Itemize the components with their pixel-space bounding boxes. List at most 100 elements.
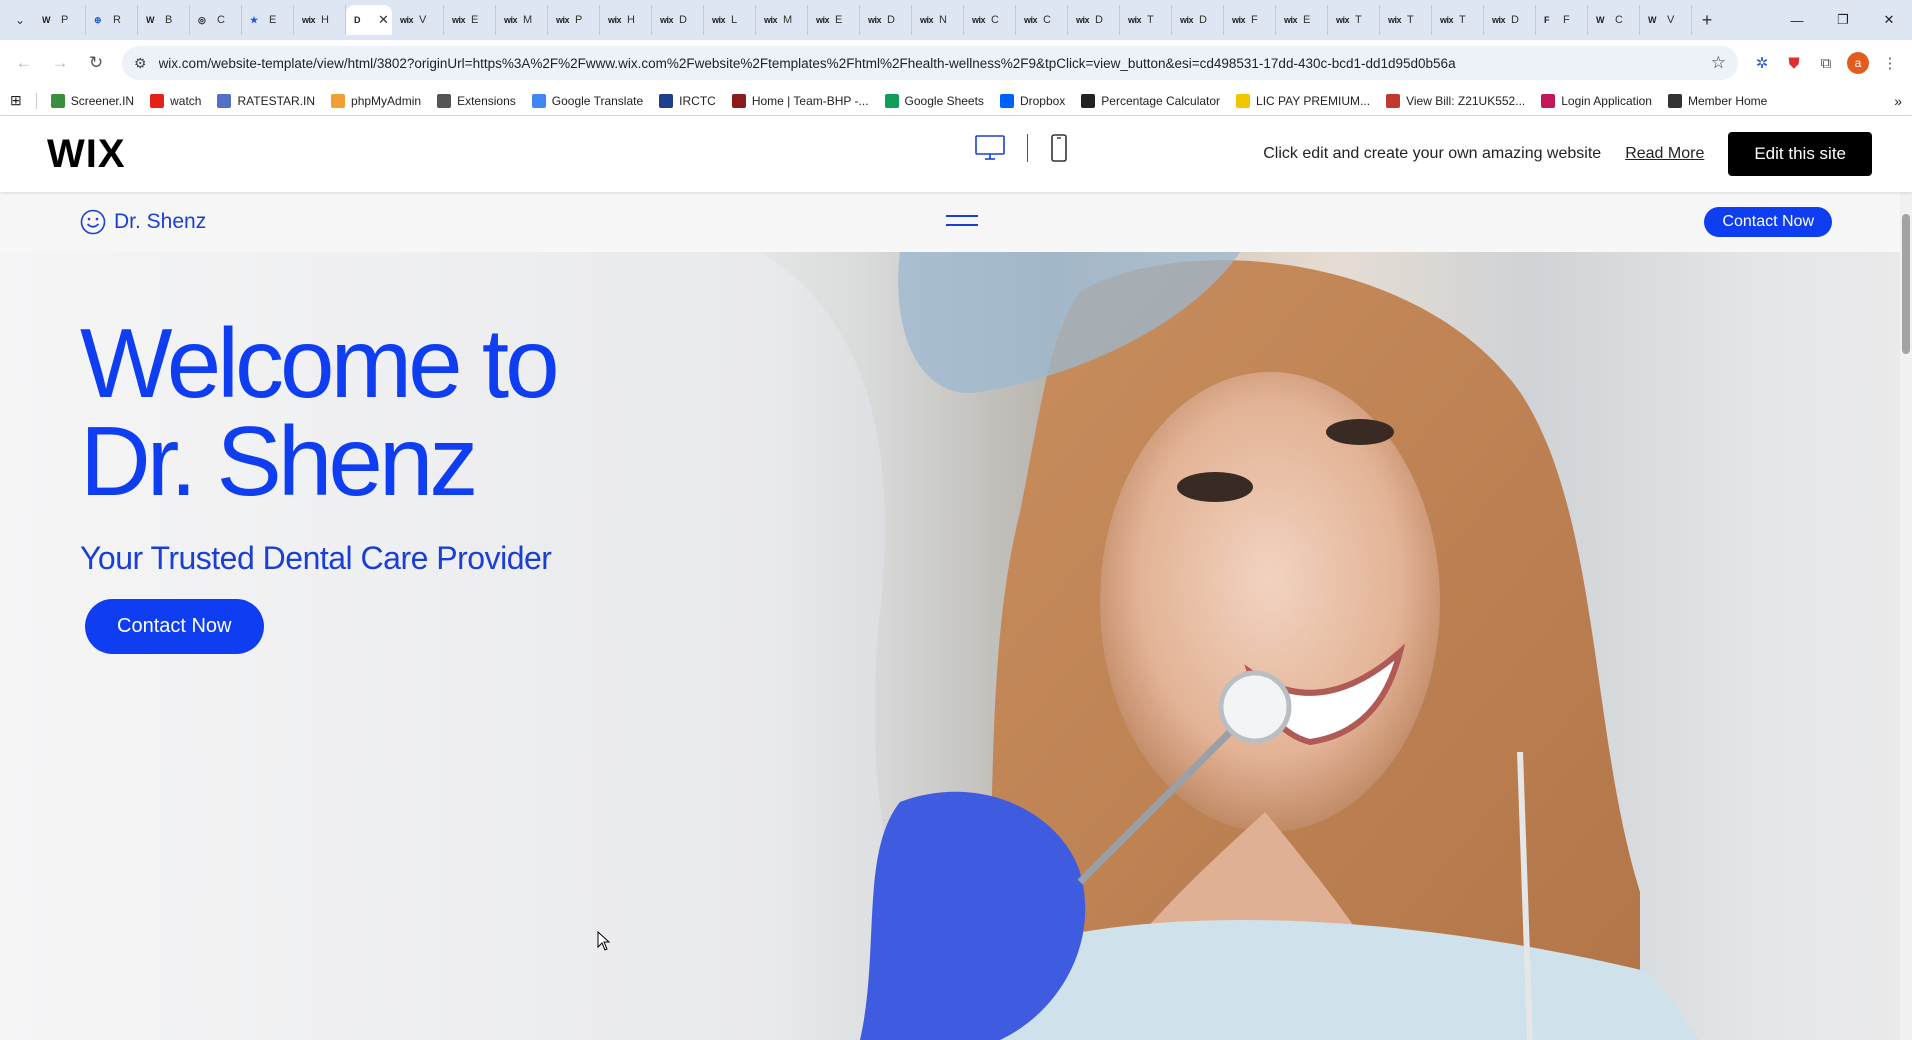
browser-tab[interactable]: wix E: [808, 5, 860, 35]
bookmark-item[interactable]: Member Home: [1667, 93, 1767, 108]
tab-favicon-icon: wix: [452, 15, 466, 25]
browser-tab[interactable]: WP: [34, 5, 86, 35]
tab-favicon-icon: wix: [1024, 15, 1038, 25]
browser-tab[interactable]: wix L: [704, 5, 756, 35]
tab-search-chevron-icon[interactable]: ⌄: [6, 6, 34, 34]
tab-favicon-icon: ◎: [198, 14, 206, 25]
header-contact-button[interactable]: Contact Now: [1704, 207, 1832, 237]
browser-tab[interactable]: wix D: [1172, 5, 1224, 35]
bookmark-label: Extensions: [457, 93, 516, 108]
bookmark-item[interactable]: Extensions: [437, 93, 516, 108]
browser-tab[interactable]: FF: [1536, 5, 1588, 35]
browser-tab[interactable]: wix H: [600, 5, 652, 35]
bookmark-favicon-icon: [999, 93, 1014, 108]
edit-this-site-button[interactable]: Edit this site: [1728, 132, 1872, 176]
scrollbar-thumb[interactable]: [1902, 214, 1910, 354]
browser-tab[interactable]: wix V: [392, 5, 444, 35]
tab-close-icon[interactable]: ✕: [378, 12, 389, 28]
browser-tab[interactable]: wix E: [444, 5, 496, 35]
browser-tab[interactable]: wix N: [912, 5, 964, 35]
browser-tab[interactable]: ◎ C: [190, 5, 242, 35]
bookmark-item[interactable]: Google Sheets: [884, 93, 984, 108]
tab-title: N: [939, 14, 947, 26]
bookmark-label: Login Application: [1561, 93, 1652, 108]
desktop-view-icon[interactable]: [975, 135, 1005, 161]
bookmark-item[interactable]: IRCTC: [659, 93, 716, 108]
back-arrow-icon[interactable]: ←: [8, 47, 40, 79]
browser-tab-strip: ⌄ W P ⊕ R W B ◎ C ★ Ewix H D ✕ wix Vwix Ewix Mwix Pwix Hwi…: [0, 0, 1912, 40]
browser-tab[interactable]: wix C: [1016, 5, 1068, 35]
device-switcher: [975, 134, 1068, 162]
browser-tab[interactable]: wix H: [294, 5, 346, 35]
browser-tab[interactable]: wix D: [1068, 5, 1120, 35]
browser-tab[interactable]: WV: [1640, 5, 1692, 35]
browser-tab[interactable]: WC: [1588, 5, 1640, 35]
address-bar[interactable]: ⚙ wix.com/website-template/view/html/380…: [122, 46, 1738, 80]
bookmark-item[interactable]: Screener.IN: [50, 93, 134, 108]
tab-favicon-icon: wix: [1180, 15, 1194, 25]
hero-contact-button[interactable]: Contact Now: [85, 599, 264, 654]
browser-tab[interactable]: ⊕ R: [86, 5, 138, 35]
browser-tab[interactable]: wix T: [1328, 5, 1380, 35]
site-brand[interactable]: Dr. Shenz: [80, 209, 206, 235]
tab-favicon-icon: wix: [1076, 15, 1090, 25]
window-controls: — ❐ ✕: [1774, 0, 1912, 40]
tab-title: T: [1147, 14, 1154, 26]
new-tab-plus-icon[interactable]: +: [1692, 10, 1722, 31]
tab-favicon-icon: W: [1648, 15, 1657, 25]
wix-logo[interactable]: WIX: [47, 132, 126, 177]
minimize-icon[interactable]: —: [1774, 0, 1820, 40]
mobile-view-icon[interactable]: [1050, 134, 1068, 162]
bookmark-label: Percentage Calculator: [1101, 93, 1221, 108]
browser-menu-icon[interactable]: ⋮: [1876, 49, 1904, 77]
apps-grid-icon[interactable]: ⊞: [10, 92, 22, 109]
browser-tab[interactable]: wix D: [860, 5, 912, 35]
hamburger-menu-icon[interactable]: [946, 215, 978, 233]
browser-tab[interactable]: wix M: [756, 5, 808, 35]
bookmark-favicon-icon: [217, 93, 232, 108]
tab-title: V: [419, 14, 427, 26]
browser-tab[interactable]: wix E: [1276, 5, 1328, 35]
browser-tab[interactable]: wix M: [496, 5, 548, 35]
forward-arrow-icon[interactable]: →: [44, 47, 76, 79]
bookmark-item[interactable]: Google Translate: [531, 93, 643, 108]
reload-icon[interactable]: ↻: [80, 47, 112, 79]
browser-tab[interactable]: wix D: [652, 5, 704, 35]
extensions-puzzle-icon[interactable]: ⧉: [1812, 49, 1840, 77]
bookmark-star-icon[interactable]: ☆: [1711, 53, 1726, 73]
bookmark-label: Home | Team-BHP -...: [751, 93, 869, 108]
bookmark-item[interactable]: Dropbox: [999, 93, 1065, 108]
browser-tab[interactable]: D ✕: [346, 5, 392, 35]
browser-tab[interactable]: wix T: [1120, 5, 1172, 35]
brave-shield-icon[interactable]: ⛊: [1780, 49, 1808, 77]
bookmark-item[interactable]: Percentage Calculator: [1081, 93, 1221, 108]
bookmark-item[interactable]: RATESTAR.IN: [217, 93, 315, 108]
restore-icon[interactable]: ❐: [1820, 0, 1866, 40]
page-scrollbar[interactable]: [1900, 192, 1912, 1040]
browser-tab[interactable]: wix P: [548, 5, 600, 35]
browser-tab[interactable]: ★ E: [242, 5, 294, 35]
dental-mirror-head: [1218, 670, 1292, 744]
read-more-link[interactable]: Read More: [1625, 145, 1704, 163]
browser-tab[interactable]: wix T: [1380, 5, 1432, 35]
bookmark-item[interactable]: Login Application: [1541, 93, 1652, 108]
site-info-icon[interactable]: ⚙: [134, 55, 147, 72]
profile-avatar[interactable]: a: [1844, 49, 1872, 77]
tab-title: E: [1303, 14, 1311, 26]
browser-tab[interactable]: wix T: [1432, 5, 1484, 35]
more-bookmarks-chevron-icon[interactable]: »: [1894, 93, 1902, 109]
site-preview: Dr. Shenz Contact Now Welcome to Dr. She…: [0, 192, 1912, 1040]
browser-tab[interactable]: WB: [138, 5, 190, 35]
bookmark-item[interactable]: Home | Team-BHP -...: [731, 93, 869, 108]
bookmark-item[interactable]: View Bill: Z21UK552...: [1386, 93, 1525, 108]
browser-tab[interactable]: wix F: [1224, 5, 1276, 35]
bookmark-item[interactable]: LIC PAY PREMIUM...: [1236, 93, 1370, 108]
hero-title-line-2: Dr. Shenz: [80, 406, 478, 516]
bookmark-item[interactable]: phpMyAdmin: [331, 93, 421, 108]
browser-tab[interactable]: wix D: [1484, 5, 1536, 35]
bookmark-favicon-icon: [1236, 93, 1251, 108]
close-window-icon[interactable]: ✕: [1866, 0, 1912, 40]
extension-globe-icon[interactable]: ✲: [1748, 49, 1776, 77]
browser-tab[interactable]: wix C: [964, 5, 1016, 35]
bookmark-item[interactable]: watch: [150, 93, 201, 108]
